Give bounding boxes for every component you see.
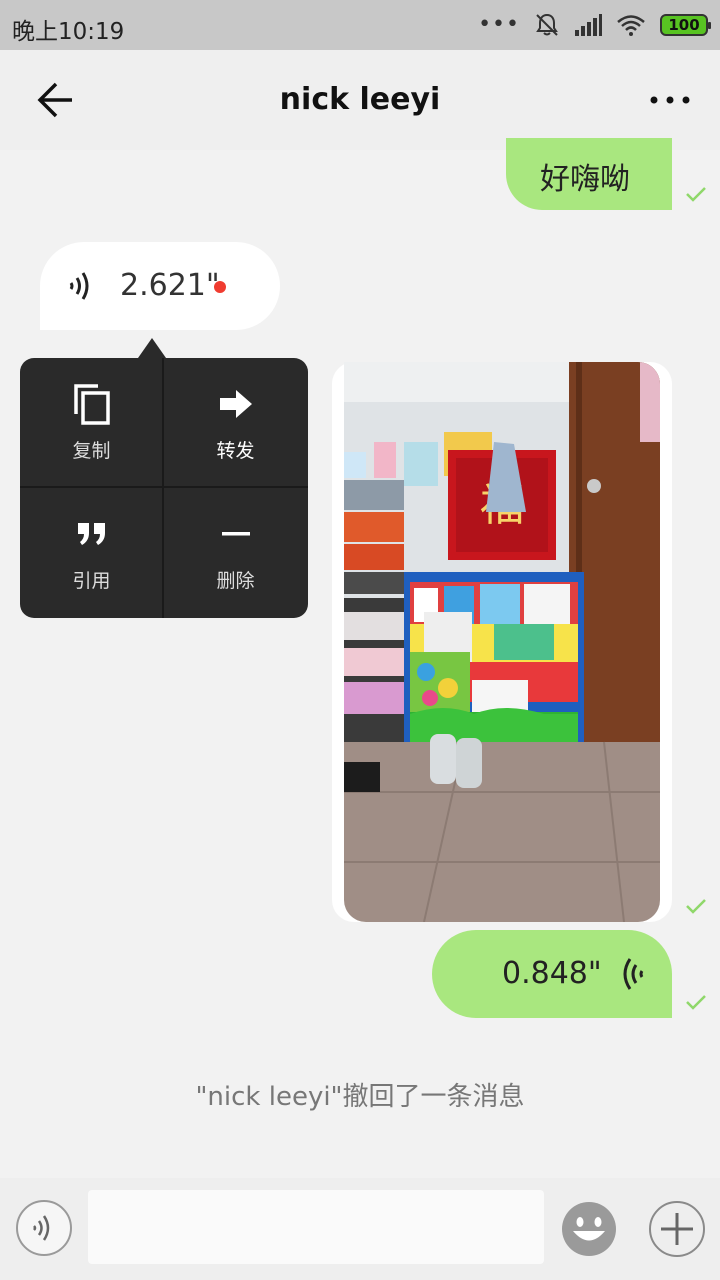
more-options-button[interactable]: [646, 82, 694, 118]
outgoing-text-bubble[interactable]: 好嗨呦: [506, 138, 672, 210]
menu-item-label: 引用: [72, 570, 111, 592]
voice-duration: 2.621": [120, 268, 220, 303]
message-input[interactable]: [88, 1190, 544, 1264]
message-context-menu: 复制 转发 引用 删除: [20, 338, 308, 618]
status-time: 晚上10:19: [12, 19, 125, 45]
chat-title: nick leeyi: [279, 82, 441, 117]
more-horizontal-icon: [650, 96, 690, 104]
check-icon: [686, 899, 706, 914]
menu-item-label: 转发: [216, 440, 255, 462]
signal-icon: [575, 14, 602, 36]
input-bar: [0, 1178, 720, 1280]
battery-level: 100: [668, 16, 700, 34]
check-icon: [686, 187, 706, 202]
plus-icon: [649, 1201, 705, 1257]
recall-notice: "nick leeyi"撤回了一条消息: [195, 1082, 525, 1112]
chat-header: nick leeyi: [0, 50, 720, 150]
voice-wave-icon: [69, 272, 89, 300]
unread-dot: [214, 281, 226, 293]
check-icon: [686, 995, 706, 1010]
photo: 福: [344, 362, 660, 922]
menu-item-copy[interactable]: 复制: [20, 358, 163, 487]
mute-icon: [536, 13, 558, 36]
voice-toggle-icon: [33, 1215, 50, 1241]
menu-item-forward[interactable]: 转发: [164, 358, 307, 487]
photo-image: 福: [344, 362, 660, 922]
menu-item-label: 删除: [216, 570, 255, 592]
more-actions-button[interactable]: [648, 1200, 706, 1258]
menu-item-quote[interactable]: 引用: [20, 488, 163, 617]
status-icons: ••• 100: [478, 12, 711, 38]
menu-divider: [162, 358, 164, 618]
menu-item-delete[interactable]: 删除: [164, 488, 307, 617]
emoji-button[interactable]: [560, 1200, 618, 1258]
status-bar: 晚上10:19 ••• 100: [0, 0, 720, 50]
outgoing-voice-bubble[interactable]: 0.848": [432, 930, 672, 1018]
voice-duration: 0.848": [502, 956, 602, 991]
message-text: 好嗨呦: [540, 162, 630, 197]
forward-arrow-icon: [219, 390, 252, 418]
minus-icon: [221, 532, 250, 536]
menu-pointer: [138, 338, 166, 358]
battery-icon: 100: [660, 14, 711, 36]
outgoing-image-bubble[interactable]: 福: [332, 362, 672, 922]
quote-icon: [77, 523, 105, 545]
copy-icon: [73, 384, 110, 425]
wifi-icon: [617, 15, 645, 36]
voice-toggle-button[interactable]: [16, 1200, 72, 1256]
menu-divider: [20, 486, 308, 488]
incoming-voice-bubble[interactable]: 2.621": [40, 242, 280, 330]
emoji-icon: [562, 1202, 616, 1256]
menu-item-label: 复制: [72, 440, 111, 462]
voice-wave-icon: [623, 958, 644, 990]
more-dots-icon: •••: [478, 12, 520, 37]
